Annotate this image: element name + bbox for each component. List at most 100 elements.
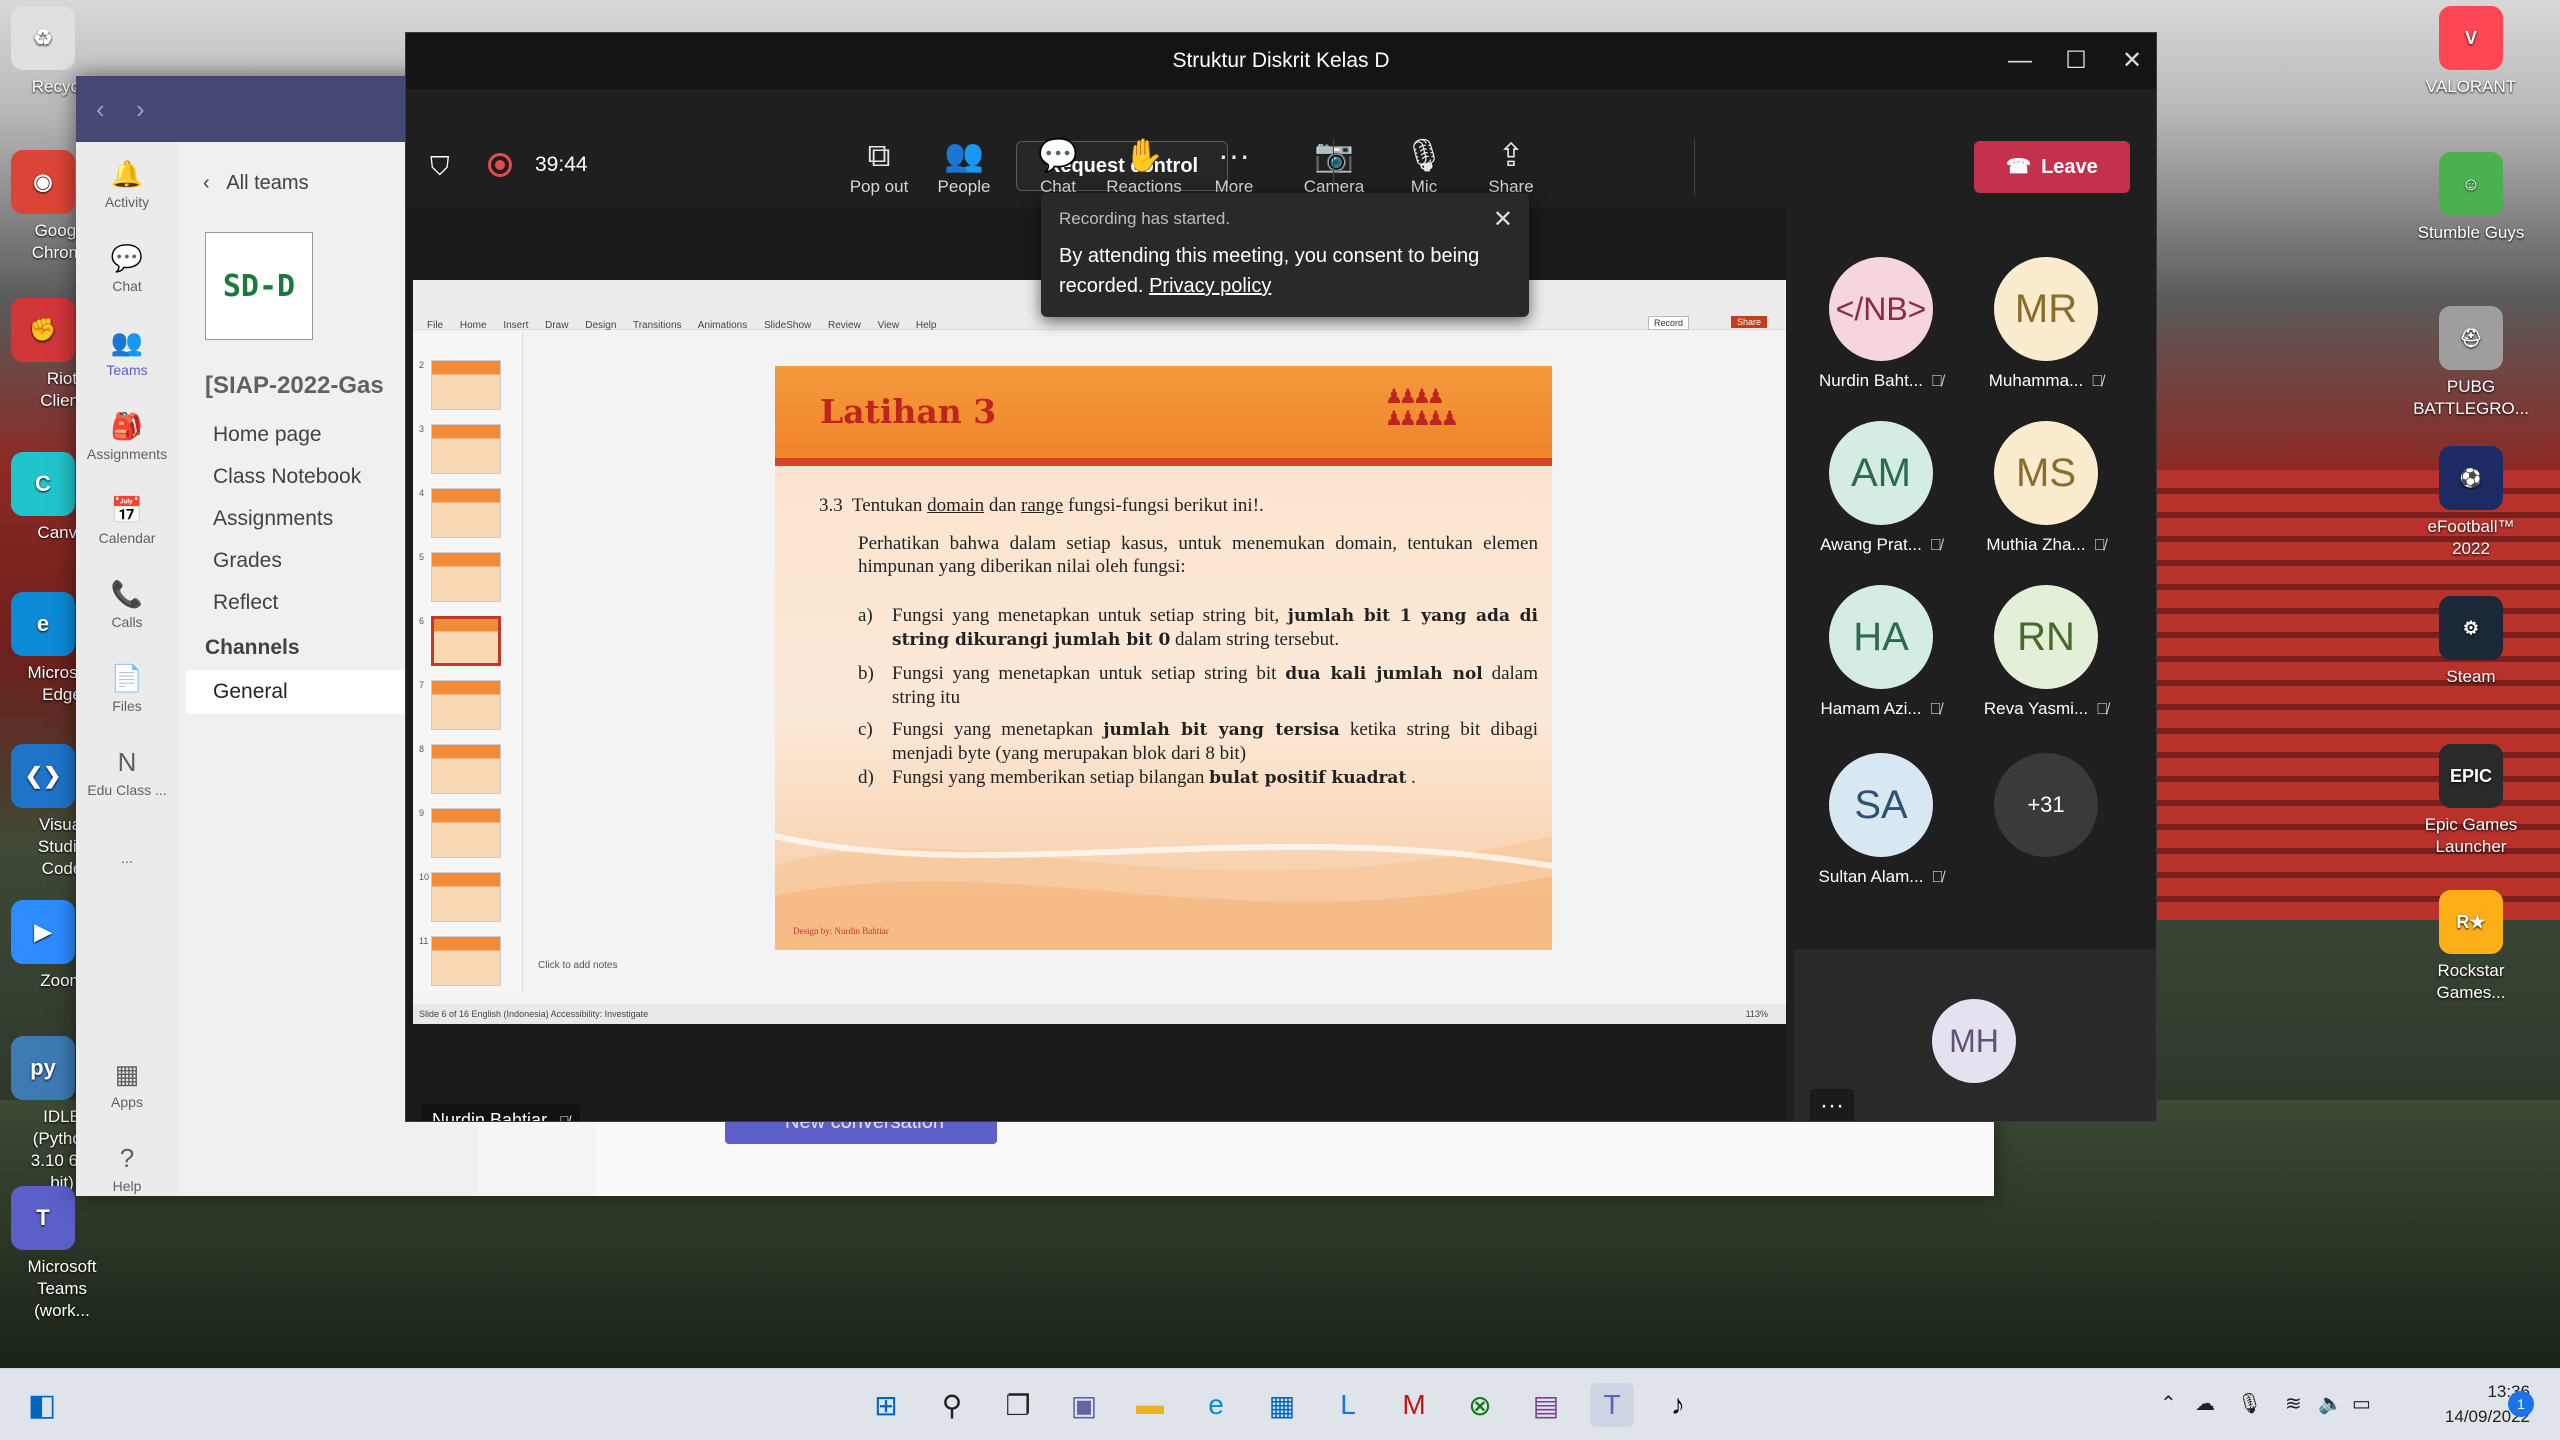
team-link-reflect[interactable]: Reflect (178, 582, 361, 624)
slide-thumbnail[interactable] (431, 680, 501, 730)
edge-icon[interactable]: e (1194, 1383, 1238, 1427)
slide-thumbnail[interactable] (431, 616, 501, 666)
tiktok-icon[interactable]: ♪ (1656, 1383, 1700, 1427)
rail-item-calendar[interactable]: 📅 Calendar (76, 478, 178, 562)
minimize-icon[interactable]: — (1990, 33, 2050, 89)
participant-tile[interactable]: AM Awang Prat... 🎙̸ (1806, 421, 1956, 581)
team-link-grades[interactable]: Grades (178, 540, 361, 582)
slide-thumbnail[interactable] (431, 488, 501, 538)
slide-thumbnail[interactable] (431, 424, 501, 474)
more-button[interactable]: ··· More (1189, 135, 1279, 197)
participant-tile[interactable]: </NB> Nurdin Baht... 🎙̸ (1806, 257, 1956, 417)
rail-item-assignments[interactable]: 🎒 Assignments (76, 394, 178, 478)
desktop-icon[interactable]: ⛑ PUBG BATTLEGRO... (2413, 306, 2529, 420)
shield-icon[interactable]: ⛉ (430, 151, 450, 183)
rail-item-teams[interactable]: 👥 Teams (76, 310, 178, 394)
nav-forward-icon[interactable]: › (136, 94, 145, 125)
chevron-up-icon[interactable]: ⌃ (2160, 1391, 2177, 1416)
start-icon[interactable]: ⊞ (864, 1383, 908, 1427)
leave-button[interactable]: ☎ Leave (1974, 141, 2130, 193)
mic-button[interactable]: 🎙 Mic (1379, 135, 1469, 197)
desktop-icon[interactable]: EPIC Epic Games Launcher (2413, 744, 2529, 858)
reactions-button[interactable]: ✋ Reactions (1099, 135, 1189, 197)
store-icon[interactable]: ▦ (1260, 1383, 1304, 1427)
rockstar-icon: R★ (2439, 890, 2503, 954)
privacy-policy-link[interactable]: Privacy policy (1149, 275, 1271, 297)
ppt-record-button[interactable]: Record (1648, 316, 1690, 330)
widgets-icon[interactable]: ◧ (20, 1383, 64, 1427)
slide-thumbnail[interactable] (431, 872, 501, 922)
participant-tile[interactable]: RN Reva Yasmi... 🎙̸ (1971, 585, 2121, 745)
close-icon[interactable]: ✕ (2102, 33, 2156, 89)
participant-tile[interactable]: MR Muhamma... 🎙̸ (1971, 257, 2121, 417)
rail-item-help[interactable]: ? Help (76, 1126, 178, 1210)
teams-icon[interactable]: T (1590, 1383, 1634, 1427)
steam-icon: ⚙ (2439, 596, 2503, 660)
ppt-zoom[interactable]: 113% (1746, 1004, 1768, 1024)
slide-item: a) Fungsi yang menetapkan untuk setiap st… (858, 604, 1538, 652)
slide-thumbnail[interactable] (431, 808, 501, 858)
maximize-icon[interactable]: ☐ (2046, 33, 2106, 89)
participant-name-row: Sultan Alam... 🎙̸ (1806, 867, 1956, 887)
share-button[interactable]: ⇪ Share (1466, 135, 1556, 197)
task-view-icon[interactable]: ❐ (996, 1383, 1040, 1427)
more-options-button[interactable]: ··· (1810, 1089, 1854, 1121)
xbox-icon[interactable]: ⊗ (1458, 1383, 1502, 1427)
desktop-icon[interactable]: V VALORANT (2413, 6, 2529, 98)
teams-chat-icon[interactable]: ▣ (1062, 1383, 1106, 1427)
notes-placeholder[interactable]: Click to add notes (538, 960, 618, 971)
slide-item-label: b) (858, 663, 874, 684)
participant-tile[interactable]: SA Sultan Alam... 🎙̸ (1806, 753, 1956, 913)
search-icon[interactable]: ⚲ (930, 1383, 974, 1427)
mcafee-icon[interactable]: M (1392, 1383, 1436, 1427)
chat-button[interactable]: 💬 Chat (1013, 135, 1103, 197)
battery-icon[interactable]: ▭ (2352, 1391, 2371, 1416)
wifi-icon[interactable]: ≋ (2285, 1391, 2302, 1416)
team-link-assignments[interactable]: Assignments (178, 498, 361, 540)
rail-item-educlass[interactable]: N Edu Class ... (76, 730, 178, 814)
team-link-home-page[interactable]: Home page (178, 414, 361, 456)
slide-item-pre: Fungsi yang menetapkan (892, 719, 1094, 740)
rail-item-activity[interactable]: 🔔 Activity (76, 142, 178, 226)
slide-thumbnail[interactable] (431, 360, 501, 410)
nav-back-icon[interactable]: ‹ (96, 94, 105, 125)
winrar-icon[interactable]: ▤ (1524, 1383, 1568, 1427)
participant-tile[interactable]: MS Muthia Zha... 🎙̸ (1971, 421, 2121, 581)
desktop-icon[interactable]: ☺ Stumble Guys (2413, 152, 2529, 244)
overflow-participants-tile[interactable]: +31 (1971, 753, 2121, 913)
mic-off-icon: 🎙̸ (2096, 701, 2109, 718)
rail-item-chat[interactable]: 💬 Chat (76, 226, 178, 310)
slide-thumbnail[interactable] (431, 744, 501, 794)
recycle-icon: ♻ (11, 6, 75, 70)
microsoft-icon: T (11, 1186, 75, 1250)
desktop-icon[interactable]: ⚙ Steam (2413, 596, 2529, 688)
pop-out-button[interactable]: ⧉ Pop out (834, 135, 924, 197)
team-link-class-notebook[interactable]: Class Notebook (178, 456, 361, 498)
slide-thumbnail[interactable] (431, 936, 501, 986)
l-app-icon[interactable]: L (1326, 1383, 1370, 1427)
mic-muted-icon[interactable]: 🎙 (2237, 1391, 2262, 1416)
rail-item-apps[interactable]: ▦ Apps (76, 1042, 178, 1126)
rail-item-[interactable]: ... (76, 814, 178, 898)
notification-badge[interactable]: 1 (2508, 1391, 2534, 1417)
slide-item-pre: Fungsi yang memberikan setiap bilangan (892, 767, 1205, 788)
shared-content-stage: File Home Insert Draw Design Transitions… (406, 209, 1786, 1121)
efootball-icon: ⚽ (2439, 446, 2503, 510)
desktop-icon[interactable]: R★ Rockstar Games... (2413, 890, 2529, 1004)
rail-item-files[interactable]: 📄 Files (76, 646, 178, 730)
participant-name-row: Muthia Zha... 🎙̸ (1971, 535, 2121, 555)
desktop-icon[interactable]: ⚽ eFootball™ 2022 (2413, 446, 2529, 560)
rail-item-calls[interactable]: 📞 Calls (76, 562, 178, 646)
google-icon: ◉ (11, 150, 75, 214)
ppt-share-button[interactable]: Share (1731, 316, 1768, 328)
onedrive-icon[interactable]: ☁ (2195, 1391, 2215, 1416)
participant-tile[interactable]: HA Hamam Azi... 🎙̸ (1806, 585, 1956, 745)
camera-button[interactable]: 📷 Camera (1289, 135, 1379, 197)
people-button[interactable]: 👥 People (919, 135, 1009, 197)
all-teams-link[interactable]: ‹ All teams (203, 172, 309, 195)
slide-thumbnail[interactable] (431, 552, 501, 602)
team-logo-text: SD-D (222, 268, 296, 304)
close-icon[interactable]: ✕ (1493, 205, 1513, 234)
file-explorer-icon[interactable]: ▬ (1128, 1383, 1172, 1427)
volume-icon[interactable]: 🔈 (2318, 1391, 2343, 1416)
